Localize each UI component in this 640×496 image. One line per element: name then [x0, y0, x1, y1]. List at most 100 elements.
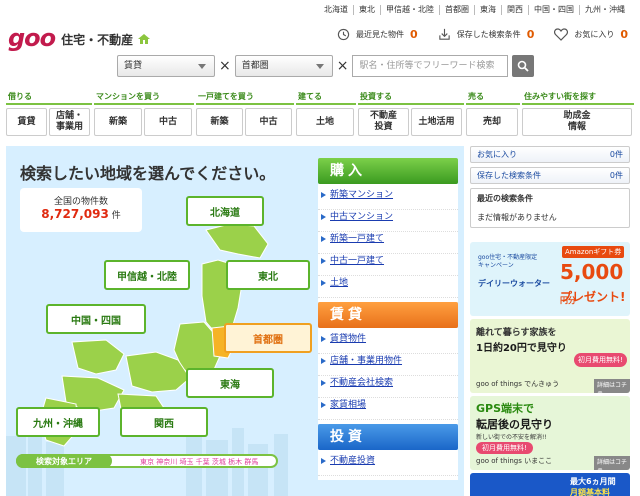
invest-links: 不動産投資	[318, 450, 458, 480]
search-bar: 賃貸 × 首都圏 × 駅名・住所等でフリーワード検索	[117, 55, 535, 77]
cat-invest: 投資する 不動産 投資 土地活用	[358, 92, 464, 136]
ad2-brand: goo of things でんきゅう	[476, 380, 560, 388]
search-icon	[518, 60, 530, 72]
favorites-button-count: 0件	[609, 150, 623, 159]
cat-btn-invest[interactable]: 不動産 投資	[358, 108, 409, 136]
site-logo[interactable]: goo 住宅・不動産	[8, 24, 151, 52]
total-count-box: 全国の物件数 8,727,093 件	[20, 188, 142, 232]
ad1-sub: goo住宅・不動産限定キャンペーン	[478, 254, 538, 269]
recent-viewed-label: 最近見た物件	[356, 30, 405, 39]
cat-btn-mansion-new[interactable]: 新築	[94, 108, 142, 136]
ad-banner-water[interactable]: goo住宅・不動産限定キャンペーン デイリーウォーター Amazonギフト券 5…	[470, 242, 630, 316]
search-button[interactable]	[512, 55, 535, 77]
region-btn-tohoku[interactable]: 東北	[226, 260, 310, 290]
cat-mansion: マンションを買う 新築 中古	[94, 92, 194, 136]
link-used-house[interactable]: 中古一戸建て	[318, 254, 458, 276]
cat-btn-store[interactable]: 店舗・ 事業用	[49, 108, 90, 136]
cat-btn-house-new[interactable]: 新築	[196, 108, 243, 136]
quick-links-panel: 購入 新築マンション 中古マンション 新築一戸建て 中古一戸建て 土地 賃貸 賃…	[318, 158, 458, 480]
link-used-mansion[interactable]: 中古マンション	[318, 210, 458, 232]
house-icon	[137, 30, 151, 49]
cat-btn-land-use[interactable]: 土地活用	[411, 108, 462, 136]
top-link-koshinetsu[interactable]: 甲信越・北陸	[380, 5, 439, 15]
top-link-shutoken[interactable]: 首都圏	[439, 5, 474, 15]
ad3-line3: 新しい街での不安を解消!!	[476, 434, 547, 441]
link-real-estate-invest[interactable]: 不動産投資	[318, 454, 458, 476]
link-rent-market[interactable]: 家賃相場	[318, 398, 458, 420]
favorites-link[interactable]: お気に入り 0	[554, 28, 628, 41]
right-column: お気に入り 0件 保存した検索条件 0件 最近の検索条件 まだ情報がありません …	[470, 146, 630, 496]
cat-mansion-label: マンションを買う	[94, 92, 194, 105]
rent-links: 賃貸物件 店舗・事業用物件 不動産会社検索 家賃相場	[318, 328, 458, 424]
rent-header: 賃貸	[318, 302, 458, 328]
invest-header: 投資	[318, 424, 458, 450]
history-icon	[337, 28, 350, 41]
favorites-button[interactable]: お気に入り 0件	[470, 146, 630, 163]
favorites-count: 0	[620, 28, 628, 41]
buy-header: 購入	[318, 158, 458, 184]
freeword-input[interactable]: 駅名・住所等でフリーワード検索	[352, 55, 509, 77]
saved-search-button-label: 保存した検索条件	[477, 171, 541, 180]
cat-build-label: 建てる	[296, 92, 356, 105]
ad1-cta: プレゼント!	[560, 290, 626, 304]
top-link-tohoku[interactable]: 東北	[353, 5, 380, 15]
category-nav: 借りる 賃貸 店舗・ 事業用 マンションを買う 新築 中古 一戸建てを買う 新築…	[6, 92, 634, 138]
recent-conditions-empty: まだ情報がありません	[477, 213, 557, 222]
region-btn-chugoku[interactable]: 中国・四国	[46, 304, 146, 334]
download-icon	[438, 28, 450, 40]
link-store-office[interactable]: 店舗・事業用物件	[318, 354, 458, 376]
clear-area-icon[interactable]: ×	[337, 56, 349, 76]
cat-btn-land[interactable]: 土地	[296, 108, 354, 136]
area-select[interactable]: 首都圏	[234, 55, 333, 77]
region-btn-shutoken[interactable]: 首都圏	[224, 323, 312, 353]
saved-search-button[interactable]: 保存した検索条件 0件	[470, 167, 630, 184]
buy-links: 新築マンション 中古マンション 新築一戸建て 中古一戸建て 土地	[318, 184, 458, 302]
cat-build: 建てる 土地	[296, 92, 356, 136]
cat-btn-rental[interactable]: 賃貸	[6, 108, 47, 136]
region-btn-hokkaido[interactable]: 北海道	[186, 196, 264, 226]
link-new-mansion[interactable]: 新築マンション	[318, 188, 458, 210]
region-btn-koshinetsu[interactable]: 甲信越・北陸	[104, 260, 190, 290]
top-link-chugoku[interactable]: 中国・四国	[528, 5, 579, 15]
clear-type-icon[interactable]: ×	[219, 56, 231, 76]
page: { "top_regions": ["北海道","東北","甲信越・北陸","首…	[0, 0, 640, 496]
cat-btn-house-used[interactable]: 中古	[245, 108, 292, 136]
top-link-kansai[interactable]: 関西	[501, 5, 528, 15]
top-link-hokkaido[interactable]: 北海道	[319, 5, 353, 15]
cat-house-label: 一戸建てを買う	[196, 92, 294, 105]
ad1-gift: Amazonギフト券	[562, 246, 625, 258]
ad-banner-imakoko[interactable]: GPS端末で 転居後の見守り 新しい街での不安を解消!! 初月費用無料! goo…	[470, 396, 630, 470]
region-btn-kansai[interactable]: 関西	[120, 407, 208, 437]
cat-btn-mansion-used[interactable]: 中古	[144, 108, 192, 136]
link-agency-search[interactable]: 不動産会社検索	[318, 376, 458, 398]
ad3-line2: 転居後の見守り	[476, 418, 553, 431]
ad-banner-monthly[interactable]: 最大6ヵ月間 月額基本料	[470, 473, 630, 496]
top-link-tokai[interactable]: 東海	[474, 5, 501, 15]
recent-viewed-link[interactable]: 最近見た物件 0	[337, 28, 418, 41]
total-count-label: 全国の物件数	[53, 197, 108, 207]
ad-banner-denkyu[interactable]: 離れて暮らす家族を 1日約20円で見守り 初月費用無料! goo of thin…	[470, 319, 630, 393]
link-new-house[interactable]: 新築一戸建て	[318, 232, 458, 254]
cat-btn-subsidy[interactable]: 助成金 情報	[522, 108, 632, 136]
favorites-label: お気に入り	[574, 30, 615, 39]
region-btn-kyushu[interactable]: 九州・沖縄	[16, 407, 100, 437]
total-count-value: 8,727,093	[41, 207, 109, 221]
ad1-amount: 5,000円分	[560, 260, 630, 313]
header-actions: 最近見た物件 0 保存した検索条件 0 お気に入り 0	[317, 28, 628, 41]
ad3-brand: goo of things いまここ	[476, 457, 553, 465]
property-type-select[interactable]: 賃貸	[117, 55, 215, 77]
top-link-kyushu[interactable]: 九州・沖縄	[579, 5, 630, 15]
saved-search-link[interactable]: 保存した検索条件 0	[438, 28, 534, 41]
cat-invest-label: 投資する	[358, 92, 464, 105]
link-land[interactable]: 土地	[318, 276, 458, 298]
ad3-more: 詳細はコチラ	[594, 456, 630, 470]
region-btn-tokai[interactable]: 東海	[186, 368, 274, 398]
ad4-line2: 月額基本料	[570, 488, 610, 496]
favorites-button-label: お気に入り	[477, 150, 517, 159]
recent-conditions-title: 最近の検索条件	[477, 194, 533, 203]
heart-icon	[554, 28, 569, 41]
cat-house: 一戸建てを買う 新築 中古	[196, 92, 294, 136]
link-rental[interactable]: 賃貸物件	[318, 332, 458, 354]
cat-btn-sell[interactable]: 売却	[466, 108, 518, 136]
cat-sell: 売る 売却	[466, 92, 520, 136]
